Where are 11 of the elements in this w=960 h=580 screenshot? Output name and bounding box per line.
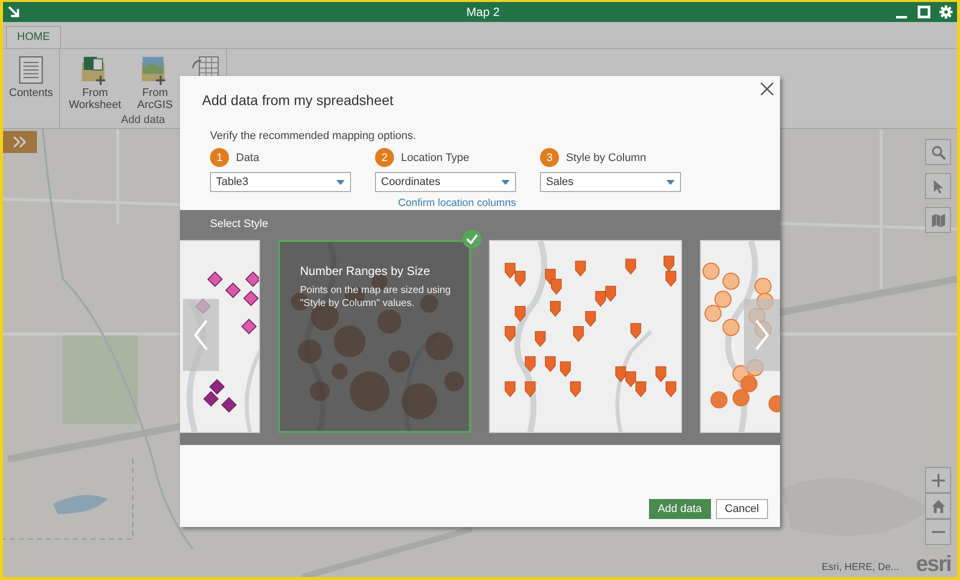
- resize-arrow-icon[interactable]: [7, 5, 21, 19]
- window-title: Map 2: [465, 5, 501, 19]
- ribbon-button[interactable]: Contents: [7, 55, 56, 100]
- ribbon-tab[interactable]: HOME: [6, 26, 61, 48]
- ribbon-button[interactable]: From Worksheet: [66, 55, 124, 112]
- maximize-icon[interactable]: [917, 5, 931, 19]
- close-icon: [760, 82, 774, 96]
- dialog-title: Add data from my spreadsheet: [202, 92, 394, 108]
- settings-icon[interactable]: [939, 5, 953, 19]
- close-button[interactable]: [759, 82, 774, 97]
- group-label: Add data: [121, 114, 166, 126]
